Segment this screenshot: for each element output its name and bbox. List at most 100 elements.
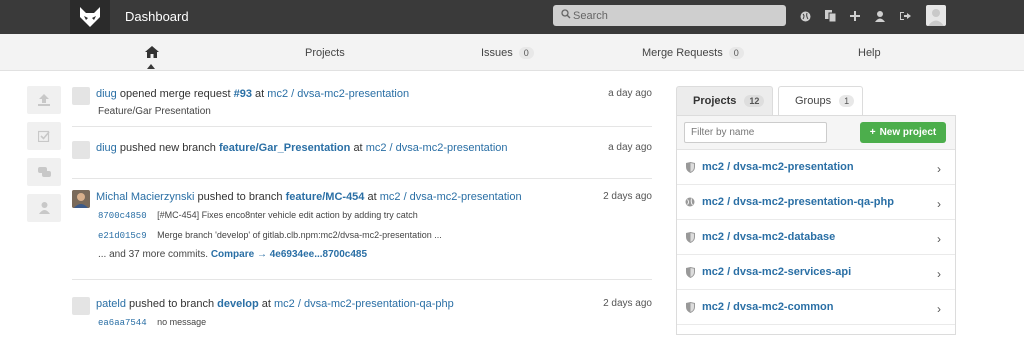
- event-target[interactable]: feature/Gar_Presentation: [219, 142, 350, 154]
- project-item[interactable]: mc2 / dvsa-mc2-database ›: [677, 220, 955, 255]
- plus-icon: +: [869, 127, 876, 138]
- chevron-right-icon: ›: [937, 162, 941, 176]
- event-action: pushed to branch: [129, 298, 215, 310]
- project-item[interactable]: mc2 / dvsa-mc2-presentation ›: [677, 150, 955, 185]
- event-title: pateld pushed to branch develop at mc2 /…: [96, 298, 454, 310]
- filter-push[interactable]: [27, 86, 61, 114]
- project-name: mc2 / dvsa-mc2-presentation-qa-php: [702, 196, 894, 208]
- search-box[interactable]: [553, 5, 786, 26]
- event-title: Michal Macierzynski pushed to branch fea…: [96, 191, 522, 203]
- nav-home[interactable]: [145, 46, 159, 61]
- search-icon: [561, 9, 571, 19]
- event-project[interactable]: mc2 / dvsa-mc2-presentation: [267, 88, 409, 100]
- projects-count-badge: 12: [744, 95, 765, 107]
- globe-icon[interactable]: [798, 9, 812, 23]
- user-icon: [38, 202, 50, 214]
- nav-issues-label: Issues: [481, 47, 513, 59]
- project-item[interactable]: mc2 / dvsa-mc2-services-api ›: [677, 255, 955, 290]
- commit-sha[interactable]: ea6aa7544: [98, 318, 147, 328]
- event-time: 2 days ago: [603, 191, 652, 202]
- nav-merge-requests[interactable]: Merge Requests 0: [642, 47, 744, 59]
- event-target[interactable]: #93: [234, 88, 252, 100]
- check-icon: [38, 130, 50, 142]
- event-at: at: [255, 88, 265, 100]
- tab-projects-label: Projects: [693, 95, 737, 107]
- activity-feed: diug opened merge request #93 at mc2 / d…: [72, 85, 652, 355]
- avatar[interactable]: [72, 87, 90, 105]
- home-icon: [145, 46, 159, 58]
- event-title: diug pushed new branch feature/Gar_Prese…: [96, 142, 508, 154]
- event-at: at: [261, 298, 271, 310]
- chevron-right-icon: ›: [937, 302, 941, 316]
- event-filters: [27, 86, 61, 230]
- search-input[interactable]: [573, 5, 778, 26]
- event-action: pushed new branch: [119, 142, 216, 154]
- main-nav: Projects Issues 0 Merge Requests 0 Help: [0, 34, 1024, 71]
- fox-logo-icon: [80, 7, 100, 27]
- nav-projects-label: Projects: [305, 47, 345, 59]
- gitlab-logo[interactable]: [70, 0, 110, 34]
- filter-team[interactable]: [27, 194, 61, 222]
- event-project[interactable]: mc2 / dvsa-mc2-presentation: [366, 142, 508, 154]
- projects-panel: Projects 12 Groups 1 + New project mc2 /…: [676, 86, 956, 335]
- tab-groups-label: Groups: [795, 95, 832, 107]
- comments-icon: [37, 166, 51, 177]
- user-avatar[interactable]: [926, 5, 946, 26]
- event-action: pushed to branch: [197, 191, 283, 203]
- chevron-right-icon: ›: [937, 232, 941, 246]
- event-author[interactable]: Michal Macierzynski: [96, 191, 194, 203]
- event-author[interactable]: pateld: [96, 298, 126, 310]
- event-target[interactable]: feature/MC-454: [286, 191, 365, 203]
- event-time: a day ago: [608, 88, 652, 99]
- project-name: mc2 / dvsa-mc2-services-api: [702, 266, 852, 278]
- event-author[interactable]: diug: [96, 142, 117, 154]
- nav-merge-requests-label: Merge Requests: [642, 47, 723, 59]
- projects-list-box: + New project mc2 / dvsa-mc2-presentatio…: [676, 115, 956, 335]
- avatar[interactable]: [72, 141, 90, 159]
- tab-groups[interactable]: Groups 1: [778, 86, 863, 115]
- filter-comments[interactable]: [27, 158, 61, 186]
- app-title: Dashboard: [125, 9, 189, 24]
- project-item[interactable]: mc2 / dvsa-mc2-common ›: [677, 290, 955, 325]
- filter-merge[interactable]: [27, 122, 61, 150]
- issues-count-badge: 0: [518, 47, 534, 59]
- event-action: opened merge request: [119, 88, 231, 100]
- top-bar: Dashboard: [0, 0, 1024, 34]
- event-target[interactable]: develop: [217, 298, 259, 310]
- nav-help[interactable]: Help: [858, 47, 881, 59]
- filter-by-name-input[interactable]: [684, 122, 827, 143]
- sign-out-icon[interactable]: [898, 9, 912, 23]
- avatar[interactable]: [72, 190, 90, 208]
- event-at: at: [353, 142, 363, 154]
- copy-icon[interactable]: [823, 9, 837, 23]
- new-project-label: New project: [879, 127, 937, 138]
- tab-projects[interactable]: Projects 12: [676, 86, 773, 115]
- commit-message: no message: [157, 317, 207, 327]
- shield-icon: [685, 301, 695, 313]
- nav-projects[interactable]: Projects: [305, 47, 345, 59]
- event-time: 2 days ago: [603, 298, 652, 309]
- chevron-right-icon: ›: [937, 197, 941, 211]
- plus-icon[interactable]: [848, 9, 862, 23]
- user-icon[interactable]: [873, 9, 887, 23]
- event-item: diug pushed new branch feature/Gar_Prese…: [72, 139, 652, 179]
- commit-row: 8700c4850 [#MC-454] Fixes enco8nter vehi…: [98, 210, 418, 221]
- new-project-button[interactable]: + New project: [860, 122, 946, 143]
- active-indicator: [147, 64, 155, 69]
- commit-sha[interactable]: 8700c4850: [98, 211, 147, 221]
- event-project[interactable]: mc2 / dvsa-mc2-presentation-qa-php: [274, 298, 454, 310]
- event-author[interactable]: diug: [96, 88, 117, 100]
- project-item[interactable]: mc2 / dvsa-mc2-presentation-qa-php ›: [677, 185, 955, 220]
- commit-message: Merge branch 'develop' of gitlab.clb.npm…: [157, 230, 442, 240]
- event-project[interactable]: mc2 / dvsa-mc2-presentation: [380, 191, 522, 203]
- event-title: diug opened merge request #93 at mc2 / d…: [96, 88, 409, 100]
- chevron-right-icon: ›: [937, 267, 941, 281]
- event-item: Michal Macierzynski pushed to branch fea…: [72, 188, 652, 280]
- upload-icon: [38, 94, 50, 106]
- compare-link[interactable]: Compare → 4e6934ee...8700c485: [211, 249, 367, 260]
- commit-message: [#MC-454] Fixes enco8nter vehicle edit a…: [157, 210, 418, 220]
- avatar[interactable]: [72, 297, 90, 315]
- more-commits-text: ... and 37 more commits.: [98, 249, 209, 260]
- commit-sha[interactable]: e21d015c9: [98, 231, 147, 241]
- nav-issues[interactable]: Issues 0: [481, 47, 534, 59]
